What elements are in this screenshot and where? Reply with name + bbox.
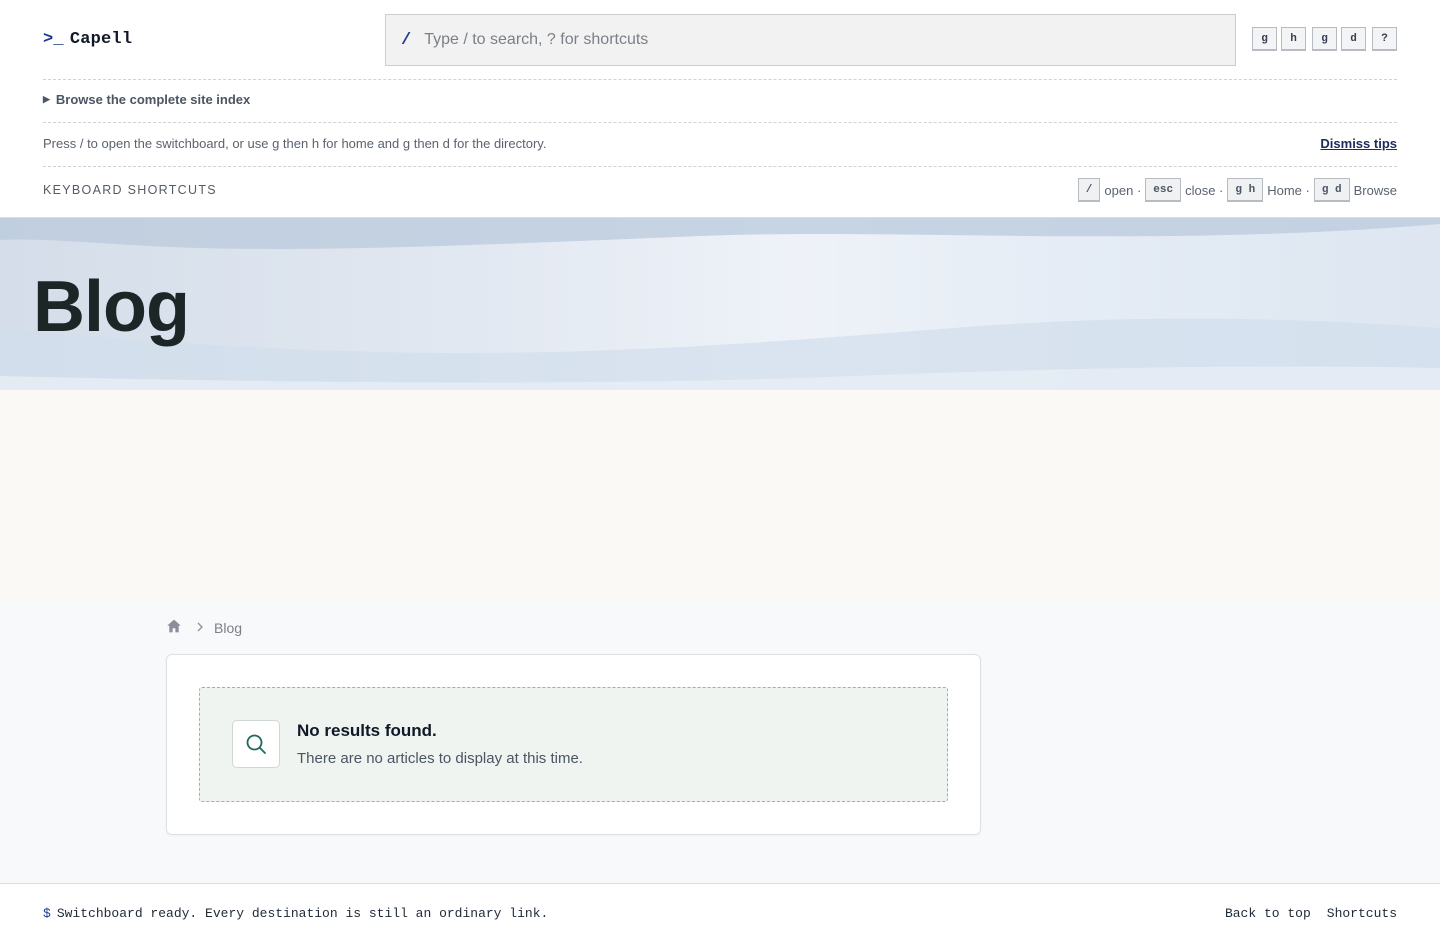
logo-text: Capell <box>69 30 133 49</box>
wave-decoration <box>0 218 1440 390</box>
site-index-label: Browse the complete site index <box>55 92 251 107</box>
keyboard-shortcuts-title: KEYBOARD SHORTCUTS <box>43 183 217 197</box>
dollar-prompt-icon: $ <box>43 906 51 921</box>
status-line: $ Switchboard ready. Every destination is… <box>43 906 548 921</box>
shortcut-keys: g h g d ? <box>1252 27 1397 51</box>
shortcuts-link[interactable]: Shortcuts <box>1327 906 1397 921</box>
breadcrumb-current: Blog <box>214 619 243 636</box>
home-icon[interactable] <box>166 618 182 637</box>
footer-links: Back to top Shortcuts <box>1209 906 1397 921</box>
legend-key-browse: g d <box>1313 178 1350 202</box>
divider <box>43 166 1397 167</box>
content-spacer <box>0 390 1440 602</box>
breadcrumb: Blog <box>166 618 242 637</box>
key-g[interactable]: g <box>1312 27 1337 51</box>
legend-label: Home · <box>1267 182 1310 198</box>
status-text: Switchboard ready. Every destination is … <box>56 906 549 921</box>
tip-text: Press / to open the switchboard, or use … <box>43 136 547 151</box>
search-input[interactable] <box>424 31 1235 49</box>
slash-icon: / <box>401 30 412 50</box>
back-to-top-link[interactable]: Back to top <box>1225 906 1311 921</box>
divider <box>43 79 1397 80</box>
key-help[interactable]: ? <box>1372 27 1397 51</box>
chevron-right-icon <box>196 620 204 635</box>
legend-key-open: / <box>1077 178 1101 202</box>
footer: $ Switchboard ready. Every destination is… <box>0 883 1440 943</box>
legend-label: close · <box>1185 182 1224 198</box>
disclosure-triangle-icon: ▶ <box>43 94 50 104</box>
legend-key-home: g h <box>1227 178 1264 202</box>
legend-key-close: esc <box>1145 178 1182 202</box>
key-g[interactable]: g <box>1252 27 1277 51</box>
legend-label: open · <box>1104 182 1142 198</box>
site-index-toggle[interactable]: ▶ Browse the complete site index <box>43 92 250 107</box>
shortcut-legend: / open · esc close · g h Home · g d Browse <box>1077 178 1397 202</box>
key-h[interactable]: h <box>1281 27 1306 51</box>
results-card: No results found. There are no articles … <box>166 654 981 835</box>
empty-state-title: No results found. <box>297 721 437 740</box>
divider <box>43 122 1397 123</box>
top-bar: >_ Capell / g h g d ? ▶ Browse the comple… <box>0 0 1440 218</box>
logo[interactable]: >_ Capell <box>43 30 132 49</box>
legend-label: Browse <box>1353 182 1397 198</box>
page-title: Blog <box>33 267 190 347</box>
empty-state-description: There are no articles to display at this… <box>297 750 583 767</box>
terminal-prompt-icon: >_ <box>43 30 64 49</box>
dismiss-tips-link[interactable]: Dismiss tips <box>1320 136 1397 151</box>
empty-state: No results found. There are no articles … <box>199 687 948 802</box>
key-d[interactable]: d <box>1341 27 1366 51</box>
hero-banner: Blog <box>0 218 1440 390</box>
search-bar[interactable]: / <box>385 14 1236 66</box>
search-icon <box>232 720 280 768</box>
